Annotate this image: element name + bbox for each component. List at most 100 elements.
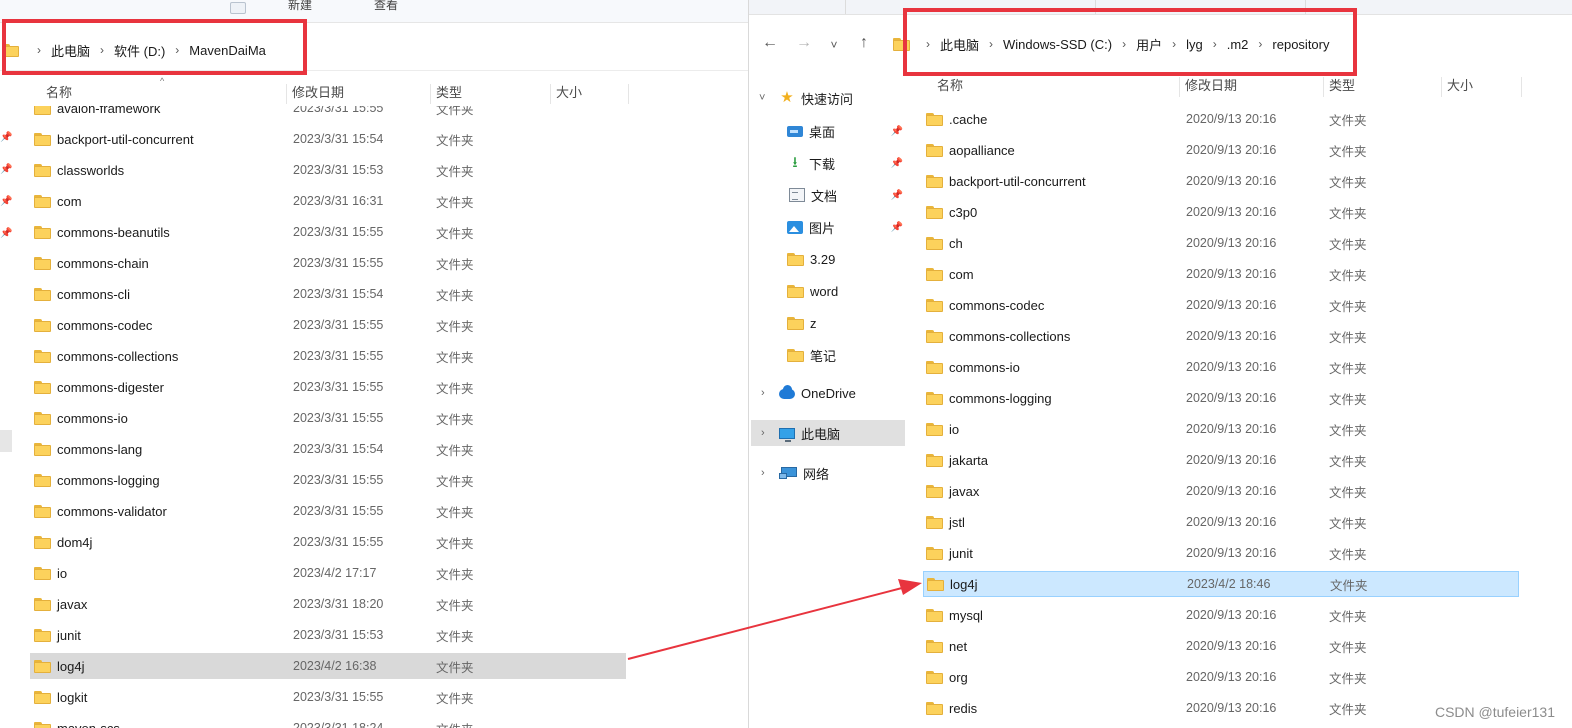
- column-type[interactable]: 类型: [1323, 73, 1355, 99]
- table-row[interactable]: javax 2023/3/31 18:20 文件夹: [30, 591, 626, 617]
- folder-icon: [926, 360, 943, 374]
- modified-date: 2023/3/31 16:31: [293, 194, 384, 208]
- column-date[interactable]: 修改日期: [1179, 73, 1237, 99]
- table-row[interactable]: commons-io 2020/9/13 20:16 文件夹: [923, 354, 1519, 380]
- chevron-right-icon[interactable]: ›: [100, 43, 104, 57]
- table-row[interactable]: jakarta 2020/9/13 20:16 文件夹: [923, 447, 1519, 473]
- table-row[interactable]: javax 2020/9/13 20:16 文件夹: [923, 478, 1519, 504]
- left-address-bar[interactable]: › 此电脑 › 软件 (D:) › MavenDaiMa: [2, 34, 266, 66]
- table-row[interactable]: mysql 2020/9/13 20:16 文件夹: [923, 602, 1519, 628]
- right-address-bar[interactable]: › 此电脑 › Windows-SSD (C:) › 用户 › lyg › .m…: [893, 28, 1329, 60]
- table-row[interactable]: commons-collections 2023/3/31 15:55 文件夹: [30, 343, 626, 369]
- breadcrumb-item[interactable]: 用户: [1136, 35, 1162, 54]
- chevron-right-icon[interactable]: ›: [1122, 37, 1126, 51]
- column-type[interactable]: 类型: [430, 80, 462, 106]
- modified-date: 2023/3/31 15:55: [293, 380, 384, 394]
- breadcrumb-item[interactable]: Windows-SSD (C:): [1003, 37, 1112, 52]
- table-row[interactable]: commons-chain 2023/3/31 15:55 文件夹: [30, 250, 626, 276]
- table-row[interactable]: commons-cli 2023/3/31 15:54 文件夹: [30, 281, 626, 307]
- table-row[interactable]: backport-util-concurrent 2023/3/31 15:54 文…: [30, 126, 626, 152]
- table-row[interactable]: org 2020/9/13 20:16 文件夹: [923, 664, 1519, 690]
- table-row[interactable]: avalon-framework 2023/3/31 15:55 文件夹: [30, 106, 626, 121]
- column-divider[interactable]: [628, 84, 629, 104]
- folder-icon: [34, 442, 51, 456]
- file-type: 文件夹: [1330, 578, 1368, 593]
- folder-icon: [34, 349, 51, 363]
- column-name[interactable]: 名称: [931, 73, 963, 99]
- table-row[interactable]: io 2020/9/13 20:16 文件夹: [923, 416, 1519, 442]
- file-name: backport-util-concurrent: [57, 131, 194, 147]
- breadcrumb-item[interactable]: MavenDaiMa: [189, 43, 266, 58]
- chevron-right-icon[interactable]: ›: [989, 37, 993, 51]
- table-row[interactable]: commons-io 2023/3/31 15:55 文件夹: [30, 405, 626, 431]
- file-name: commons-lang: [57, 441, 143, 457]
- column-name[interactable]: 名称: [40, 80, 72, 106]
- breadcrumb-item[interactable]: 此电脑: [51, 41, 90, 60]
- new-icon[interactable]: [230, 2, 246, 14]
- modified-date: 2023/4/2 17:17: [293, 566, 377, 580]
- file-name: commons-io: [949, 359, 1020, 375]
- file-type: 文件夹: [436, 164, 474, 179]
- table-row[interactable]: io 2023/4/2 17:17 文件夹: [30, 560, 626, 586]
- chevron-right-icon[interactable]: ›: [1213, 37, 1217, 51]
- column-divider[interactable]: [1521, 77, 1522, 97]
- modified-date: 2020/9/13 20:16: [1186, 174, 1277, 188]
- breadcrumb-item[interactable]: lyg: [1186, 37, 1203, 52]
- file-type: 文件夹: [436, 691, 474, 706]
- modified-date: 2020/9/13 20:16: [1186, 360, 1277, 374]
- column-size[interactable]: 大小: [550, 80, 582, 106]
- table-row[interactable]: junit 2020/9/13 20:16 文件夹: [923, 540, 1519, 566]
- column-size[interactable]: 大小: [1441, 73, 1473, 99]
- table-row[interactable]: jstl 2020/9/13 20:16 文件夹: [923, 509, 1519, 535]
- table-row[interactable]: commons-logging 2023/3/31 15:55 文件夹: [30, 467, 626, 493]
- column-date[interactable]: 修改日期: [286, 80, 344, 106]
- folder-icon: [926, 298, 943, 312]
- table-row[interactable]: commons-logging 2020/9/13 20:16 文件夹: [923, 385, 1519, 411]
- new-button[interactable]: 新建: [288, 0, 312, 13]
- table-row[interactable]: aopalliance 2020/9/13 20:16 文件夹: [923, 137, 1519, 163]
- table-row[interactable]: log4j 2023/4/2 16:38 文件夹: [30, 653, 626, 679]
- table-row[interactable]: backport-util-concurrent 2020/9/13 20:16 文…: [923, 168, 1519, 194]
- folder-icon: [926, 701, 943, 715]
- table-row[interactable]: net 2020/9/13 20:16 文件夹: [923, 633, 1519, 659]
- breadcrumb-item[interactable]: 此电脑: [940, 35, 979, 54]
- folder-icon: [34, 380, 51, 394]
- chevron-right-icon[interactable]: ›: [175, 43, 179, 57]
- file-type: 文件夹: [436, 443, 474, 458]
- folder-icon: [927, 577, 944, 591]
- up-arrow-icon[interactable]: ↑: [853, 34, 875, 52]
- chevron-down-icon[interactable]: ˅: [823, 38, 845, 52]
- table-row[interactable]: com 2020/9/13 20:16 文件夹: [923, 261, 1519, 287]
- table-row[interactable]: .cache 2020/9/13 20:16 文件夹: [923, 106, 1519, 132]
- table-row[interactable]: commons-codec 2020/9/13 20:16 文件夹: [923, 292, 1519, 318]
- file-type: 文件夹: [1329, 609, 1367, 624]
- chevron-right-icon[interactable]: ›: [1172, 37, 1176, 51]
- forward-arrow-icon[interactable]: →: [793, 34, 815, 52]
- table-row[interactable]: redis 2020/9/13 20:16 文件夹: [923, 695, 1519, 721]
- chevron-right-icon[interactable]: ›: [1258, 37, 1262, 51]
- back-arrow-icon[interactable]: ←: [759, 34, 781, 52]
- breadcrumb-item[interactable]: .m2: [1227, 37, 1249, 52]
- table-row[interactable]: dom4j 2023/3/31 15:55 文件夹: [30, 529, 626, 555]
- table-row[interactable]: classworlds 2023/3/31 15:53 文件夹: [30, 157, 626, 183]
- table-row[interactable]: commons-lang 2023/3/31 15:54 文件夹: [30, 436, 626, 462]
- view-button[interactable]: 查看: [374, 0, 398, 13]
- breadcrumb-item[interactable]: 软件 (D:): [114, 41, 165, 60]
- table-row[interactable]: commons-beanutils 2023/3/31 15:55 文件夹: [30, 219, 626, 245]
- breadcrumb-item[interactable]: repository: [1272, 37, 1329, 52]
- table-row[interactable]: log4j 2023/4/2 18:46 文件夹: [923, 571, 1519, 597]
- table-row[interactable]: junit 2023/3/31 15:53 文件夹: [30, 622, 626, 648]
- table-row[interactable]: commons-digester 2023/3/31 15:55 文件夹: [30, 374, 626, 400]
- folder-icon: [926, 484, 943, 498]
- table-row[interactable]: maven-scs 2023/3/31 18:24 文件夹: [30, 715, 626, 728]
- table-row[interactable]: commons-validator 2023/3/31 15:55 文件夹: [30, 498, 626, 524]
- modified-date: 2023/3/31 15:55: [293, 318, 384, 332]
- table-row[interactable]: ch 2020/9/13 20:16 文件夹: [923, 230, 1519, 256]
- table-row[interactable]: logkit 2023/3/31 15:55 文件夹: [30, 684, 626, 710]
- table-row[interactable]: c3p0 2020/9/13 20:16 文件夹: [923, 199, 1519, 225]
- folder-icon: [926, 422, 943, 436]
- table-row[interactable]: com 2023/3/31 16:31 文件夹: [30, 188, 626, 214]
- table-row[interactable]: commons-collections 2020/9/13 20:16 文件夹: [923, 323, 1519, 349]
- table-row[interactable]: commons-codec 2023/3/31 15:55 文件夹: [30, 312, 626, 338]
- modified-date: 2020/9/13 20:16: [1186, 391, 1277, 405]
